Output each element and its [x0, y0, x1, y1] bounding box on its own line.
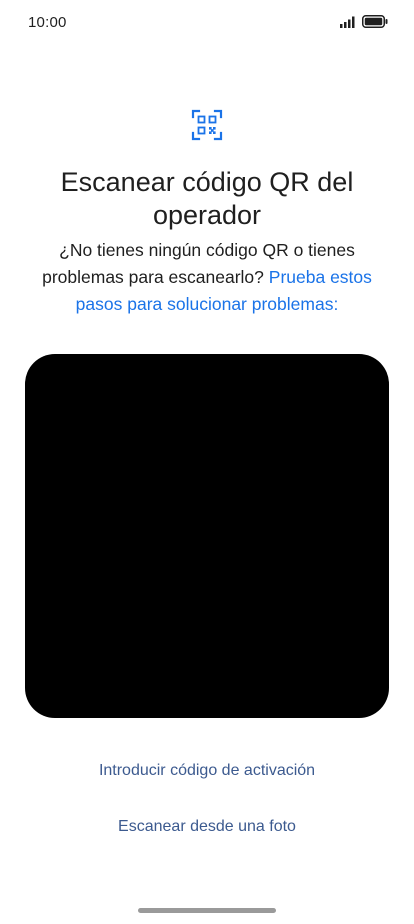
- signal-icon: [340, 16, 355, 28]
- battery-icon: [362, 15, 388, 28]
- status-time: 10:00: [28, 14, 67, 31]
- enter-activation-code-button[interactable]: Introducir código de activación: [0, 762, 414, 780]
- page-subtitle: ¿No tienes ningún código QR o tienes pro…: [20, 237, 394, 318]
- status-icons: [340, 15, 388, 28]
- qr-code-icon: [191, 109, 223, 141]
- camera-viewfinder: [25, 354, 389, 718]
- scan-from-photo-button[interactable]: Escanear desde una foto: [0, 818, 414, 836]
- status-bar: 10:00: [0, 0, 414, 48]
- page-title: Escanear código QR del operador: [60, 167, 354, 230]
- home-indicator[interactable]: [138, 908, 276, 913]
